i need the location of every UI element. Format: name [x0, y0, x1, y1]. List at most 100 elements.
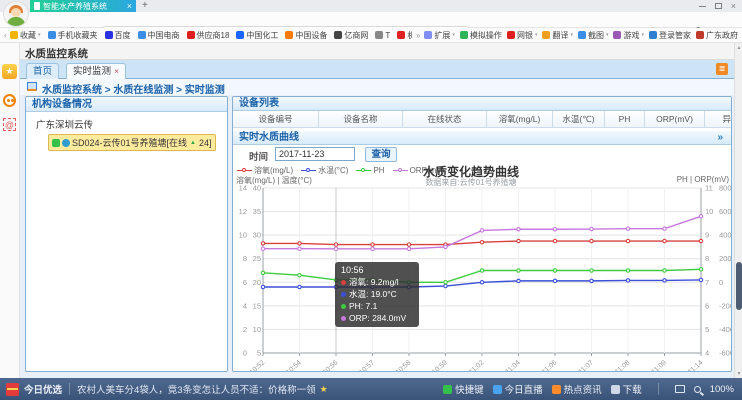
weibo-icon[interactable]: [3, 94, 16, 107]
browser-tab-title: 智能水产养殖系统: [43, 1, 107, 12]
bookmark-favicon: [236, 31, 244, 39]
series-point-3: [626, 227, 629, 230]
bookmark-0[interactable]: 收藏▾: [10, 30, 41, 41]
bookmark-ext-0[interactable]: 扩展▾: [424, 30, 455, 41]
scroll-down-icon[interactable]: ▾: [735, 370, 742, 377]
right-axis-caption: PH | ORP(mV): [677, 175, 729, 184]
tab-home-label: 首页: [33, 66, 52, 77]
tab-close-icon[interactable]: ×: [114, 66, 119, 76]
axis-tick-label: 30: [253, 231, 261, 240]
maximize-icon[interactable]: [715, 3, 722, 9]
minimize-icon[interactable]: [699, 6, 706, 7]
axis-tick-label: -200: [719, 301, 732, 310]
browser-status-bar: 今日优选 农村人美车分4袋人，竟3条变怎让人员不适：价格称一领 ★ 快捷键今日直…: [0, 378, 742, 400]
bookmark-ext-7[interactable]: 广东政府: [696, 30, 738, 41]
series-point-1: [663, 279, 666, 282]
scrollbar-thumb[interactable]: [736, 262, 742, 310]
bookmark-3[interactable]: 中国电商: [138, 30, 180, 41]
panel-collapse-icon[interactable]: »: [717, 131, 723, 145]
tab-home[interactable]: 首页: [26, 63, 59, 79]
bookmark-2[interactable]: 百度: [105, 30, 131, 41]
axis-tick-label: 5: [257, 349, 261, 358]
chevron-down-icon: ▾: [641, 32, 644, 38]
bookmark-7[interactable]: 亿商网: [334, 30, 368, 41]
series-point-1: [590, 279, 593, 282]
tooltip-row: ORP: 284.0mV: [341, 312, 413, 324]
axis-tick-label: 20: [253, 278, 261, 287]
page-icon: [34, 2, 40, 10]
status-item-label: 热点资讯: [564, 382, 602, 396]
bookmark-label: 中国电商: [148, 30, 180, 41]
zoom-level[interactable]: 100%: [710, 384, 734, 395]
bookmarks-overflow-icon[interactable]: »: [412, 31, 424, 40]
new-tab-button[interactable]: +: [142, 0, 148, 12]
bookmark-ext-6[interactable]: 登录管家: [649, 30, 691, 41]
zoom-search-icon[interactable]: [694, 386, 701, 393]
page-header: 水质监控系统: [20, 43, 742, 60]
date-input[interactable]: 2017-11-23: [275, 147, 355, 161]
axis-tick-label: 11:04: [505, 359, 522, 371]
tree-root-node[interactable]: 广东深圳云传: [36, 117, 227, 131]
tab-close-icon[interactable]: ×: [127, 2, 132, 11]
series-point-1: [517, 279, 520, 282]
status-item-2[interactable]: 热点资讯: [552, 382, 602, 396]
bookmark-5[interactable]: 中国化工: [236, 30, 278, 41]
series-point-0: [590, 239, 593, 242]
status-item-3[interactable]: 下载: [611, 382, 642, 396]
panel-toggle-icon[interactable]: [675, 385, 685, 393]
bookmark-8[interactable]: T: [375, 31, 390, 40]
user-avatar[interactable]: [3, 1, 29, 27]
series-point-2: [444, 281, 447, 284]
bookmark-label: 亿商网: [344, 30, 368, 41]
status-item-1[interactable]: 今日直播: [493, 382, 543, 396]
query-button[interactable]: 查询: [365, 147, 397, 162]
page-scrollbar[interactable]: ▴ ▾: [734, 43, 742, 378]
bookmark-ext-1[interactable]: 模拟操作: [460, 30, 502, 41]
tab-realtime-monitor[interactable]: 实时监测×: [66, 63, 126, 79]
daily-picks-label[interactable]: 今日优选: [24, 382, 62, 396]
scroll-up-icon[interactable]: ▴: [735, 44, 742, 51]
axis-tick-label: 10: [239, 231, 247, 240]
bookmark-favicon: [397, 31, 405, 39]
monitor-icon: [27, 82, 37, 91]
axis-tick-label: 11:07: [578, 359, 595, 371]
tree-device-node-selected[interactable]: SD024-云传01号养殖塘[在线 ▲ 24]: [48, 134, 216, 151]
tab-bar-menu-icon[interactable]: ≣: [716, 63, 728, 75]
status-item-0[interactable]: 快捷键: [443, 382, 484, 396]
tooltip-value: 水温: 19.0°C: [349, 288, 397, 300]
bookmark-6[interactable]: 中国设备: [285, 30, 327, 41]
axis-tick-label: 5: [705, 325, 709, 334]
series-point-3: [590, 227, 593, 230]
bookmark-4[interactable]: 供应商18: [187, 30, 230, 41]
device-column-header: 溶氧(mg/L): [487, 111, 553, 127]
bookmark-ext-3[interactable]: 翻译▾: [542, 30, 573, 41]
bookmark-favicon: [696, 31, 704, 39]
bookmark-ext-5[interactable]: 游戏▾: [613, 30, 644, 41]
mail-at-icon[interactable]: @: [3, 118, 16, 131]
bookmarks-collapse-icon[interactable]: ‹: [0, 30, 10, 40]
favorites-star-icon[interactable]: ★: [2, 64, 17, 79]
chart-plot[interactable]: 1440118001235106001030940082582006207041…: [233, 163, 732, 371]
browser-tab[interactable]: 智能水产养殖系统 ×: [30, 0, 136, 12]
daily-picks-icon[interactable]: [6, 383, 19, 396]
device-node-label: SD024-云传01号养殖塘[在线: [72, 136, 187, 149]
series-point-3: [298, 247, 301, 250]
bookmark-label: 手机收藏夹: [58, 30, 98, 41]
series-point-0: [334, 243, 337, 246]
browser-toolbar: ‹ › ↻ ⌂ http://139.196.198.48:8080/yyb/i…: [0, 12, 742, 28]
bookmark-label: 广东政府: [706, 30, 738, 41]
device-column-header: 在线状态: [403, 111, 487, 127]
bookmark-ext-4[interactable]: 截图▾: [578, 30, 609, 41]
legend-marker: [237, 167, 252, 174]
bookmark-ext-2[interactable]: 网银▾: [507, 30, 538, 41]
axis-tick-label: 15: [253, 301, 261, 310]
news-ticker[interactable]: 农村人美车分4袋人，竟3条变怎让人员不适：价格称一领: [77, 382, 316, 396]
bookmark-9[interactable]: 机电之家: [397, 30, 412, 41]
tooltip-row: PH: 7.1: [341, 300, 413, 312]
status-item-label: 今日直播: [505, 382, 543, 396]
window-close-icon[interactable]: ×: [731, 2, 736, 11]
bookmark-1[interactable]: 手机收藏夹: [48, 30, 98, 41]
axis-tick-label: 35: [253, 207, 261, 216]
series-point-2: [663, 269, 666, 272]
bookmark-label: 翻译: [552, 30, 568, 41]
